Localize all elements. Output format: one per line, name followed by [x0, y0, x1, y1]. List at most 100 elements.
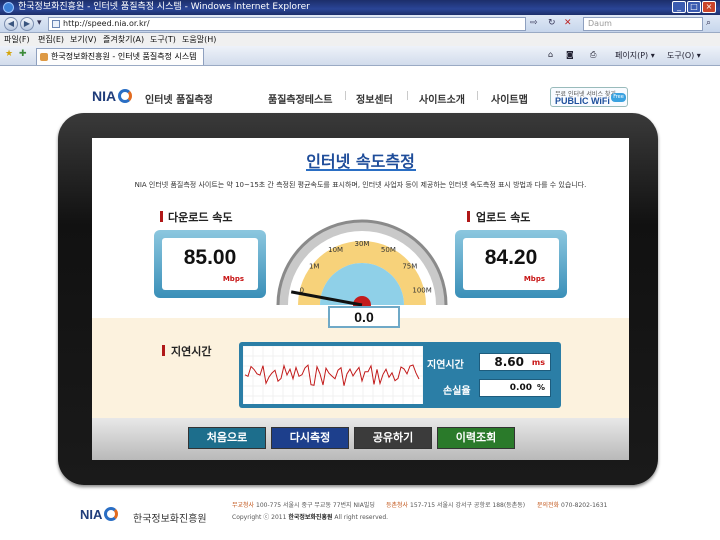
- upload-label: 업로드 속도: [476, 211, 531, 224]
- download-speed-unit: Mbps: [222, 275, 244, 283]
- download-speed-box: 85.00 Mbps: [154, 230, 266, 298]
- nav-quality-test[interactable]: 품질측정테스트: [268, 91, 332, 106]
- search-input[interactable]: Daum: [583, 17, 703, 31]
- page-menu-label: 페이지(P): [615, 51, 649, 60]
- section-marker: [467, 211, 470, 222]
- nav-divider: |: [476, 91, 480, 101]
- page-menu[interactable]: 페이지(P) ▾: [615, 50, 655, 61]
- go-icon[interactable]: ⇨: [530, 18, 538, 28]
- minimize-button[interactable]: _: [672, 1, 686, 13]
- address-url: http://speed.nia.or.kr/: [63, 19, 150, 28]
- retest-button[interactable]: 다시측정: [271, 427, 349, 449]
- section-marker: [160, 211, 163, 222]
- site-logo-subtitle: 인터넷 품질측정: [145, 95, 213, 106]
- gauge-readout: 0.0: [328, 306, 400, 328]
- print-icon[interactable]: ⎙: [590, 50, 596, 60]
- upload-speed-value: 84.20: [484, 246, 538, 269]
- tab-active[interactable]: 한국정보화진흥원 - 인터넷 품질측정 시스템: [36, 48, 204, 65]
- loss-label: 손실율: [443, 386, 471, 397]
- ie-logo-icon: [3, 2, 14, 13]
- search-icon[interactable]: ⌕: [706, 18, 711, 28]
- menu-favorites[interactable]: 즐겨찾기(A): [103, 33, 144, 46]
- gauge-tick-label: 50M: [381, 246, 396, 254]
- menu-file[interactable]: 파일(F): [4, 33, 30, 46]
- tab-favicon: [40, 53, 48, 61]
- copyright-prefix: Copyright ⓒ 2011: [232, 514, 287, 521]
- home-button[interactable]: 처음으로: [188, 427, 266, 449]
- upload-speed-unit: Mbps: [523, 275, 545, 283]
- footer-contact-number: 070-8202-1631: [561, 502, 608, 509]
- gauge-tick-label: 30M: [355, 240, 370, 248]
- speed-gauge: 01M10M30M50M75M100M: [276, 219, 448, 313]
- site-logo[interactable]: NIA: [92, 88, 134, 104]
- menu-edit[interactable]: 편집(E): [38, 33, 64, 46]
- nav-info-center[interactable]: 정보센터: [356, 91, 393, 106]
- gauge-tick-label: 75M: [402, 263, 417, 271]
- latency-graph: [243, 346, 423, 404]
- public-wifi-banner[interactable]: 무료 인터넷 서비스 찾기 PUBLIC WiFi Free: [550, 87, 628, 107]
- site-logo-text: NIA: [92, 88, 117, 104]
- maximize-button[interactable]: □: [687, 1, 701, 13]
- upload-speed-box: 84.20 Mbps: [455, 230, 567, 298]
- page-description: NIA 인터넷 품질측정 사이트는 약 10~15초 간 측정된 평균속도를 표…: [134, 181, 587, 189]
- nia-footer-logo-icon: [104, 507, 119, 521]
- download-speed-value: 85.00: [183, 246, 237, 269]
- latency-label: 지연시간: [427, 360, 464, 371]
- page-icon: [52, 20, 60, 28]
- section-marker: [162, 345, 165, 356]
- favorites-star-icon[interactable]: ★: [5, 49, 13, 59]
- nav-divider: |: [406, 91, 410, 101]
- footer-office2-address: 157-715 서울시 강서구 공항로 188(등촌동): [410, 502, 526, 509]
- menu-tools[interactable]: 도구(T): [150, 33, 176, 46]
- home-icon[interactable]: ⌂: [548, 50, 553, 59]
- gauge-tick-label: 100M: [412, 287, 431, 295]
- footer-logo-text: NIA: [80, 507, 103, 522]
- address-toolbar: ◀ ▶ ▾ http://speed.nia.or.kr/ ⇨ ↻ ✕ Daum…: [0, 15, 720, 33]
- footer-copyright: Copyright ⓒ 2011 한국정보화진흥원 All right rese…: [232, 512, 388, 521]
- gauge-tick-label: 1M: [309, 263, 320, 271]
- footer-office2-label: 등촌청사: [386, 502, 409, 509]
- upload-speed-display: 84.20 Mbps: [463, 238, 559, 290]
- title-underline: [306, 169, 416, 171]
- copyright-org: 한국정보화진흥원: [288, 514, 333, 521]
- footer-logo: NIA: [80, 507, 120, 522]
- menu-help[interactable]: 도움말(H): [182, 33, 216, 46]
- footer-office2: 등촌청사 157-715 서울시 강서구 공항로 188(등촌동): [386, 500, 525, 509]
- loss-value: 0.00: [509, 383, 532, 393]
- share-button[interactable]: 공유하기: [354, 427, 432, 449]
- nav-divider: |: [344, 91, 348, 101]
- footer-contact-label: 문의전화: [537, 502, 560, 509]
- nav-sitemap[interactable]: 사이트맵: [491, 91, 528, 106]
- wifi-banner-title: PUBLIC WiFi: [555, 96, 610, 106]
- footer-office1-label: 무교청사: [232, 502, 255, 509]
- footer-contact: 문의전화 070-8202-1631: [537, 500, 607, 509]
- menu-bar: 파일(F) 편집(E) 보기(V) 즐겨찾기(A) 도구(T) 도움말(H): [0, 33, 720, 46]
- wifi-free-badge: Free: [611, 93, 626, 102]
- footer-org-name: 한국정보화진흥원: [133, 514, 207, 525]
- download-speed-display: 85.00 Mbps: [162, 238, 258, 290]
- tab-bar: ★ ✚ 한국정보화진흥원 - 인터넷 품질측정 시스템 ⌂ ◙ ⎙ 페이지(P)…: [0, 46, 720, 66]
- nia-logo-icon: [118, 89, 133, 103]
- stop-icon[interactable]: ✕: [564, 18, 572, 28]
- history-dropdown-icon[interactable]: ▾: [37, 18, 42, 28]
- forward-button[interactable]: ▶: [20, 17, 34, 31]
- add-favorites-icon[interactable]: ✚: [19, 49, 27, 59]
- latency-value: 8.60: [494, 355, 524, 369]
- latency-section-label: 지연시간: [171, 345, 212, 358]
- menu-view[interactable]: 보기(V): [70, 33, 96, 46]
- speed-test-panel: 인터넷 속도측정 NIA 인터넷 품질측정 사이트는 약 10~15초 간 측정…: [92, 138, 629, 460]
- latency-value-box: 8.60 ms: [479, 353, 551, 371]
- gauge-tick-label: 10M: [328, 246, 343, 254]
- feeds-icon[interactable]: ◙: [566, 50, 574, 59]
- tab-label: 한국정보화진흥원 - 인터넷 품질측정 시스템: [51, 52, 197, 61]
- back-button[interactable]: ◀: [4, 17, 18, 31]
- address-bar[interactable]: http://speed.nia.or.kr/: [48, 17, 526, 31]
- tools-menu-label: 도구(O): [667, 51, 695, 60]
- nav-site-intro[interactable]: 사이트소개: [419, 91, 465, 106]
- latency-unit: ms: [531, 358, 545, 367]
- history-button[interactable]: 이력조회: [437, 427, 515, 449]
- refresh-icon[interactable]: ↻: [548, 18, 556, 28]
- window-titlebar: 한국정보화진흥원 - 인터넷 품질측정 시스템 - Windows Intern…: [0, 0, 720, 15]
- tools-menu[interactable]: 도구(O) ▾: [667, 50, 701, 61]
- close-button[interactable]: ×: [702, 1, 716, 13]
